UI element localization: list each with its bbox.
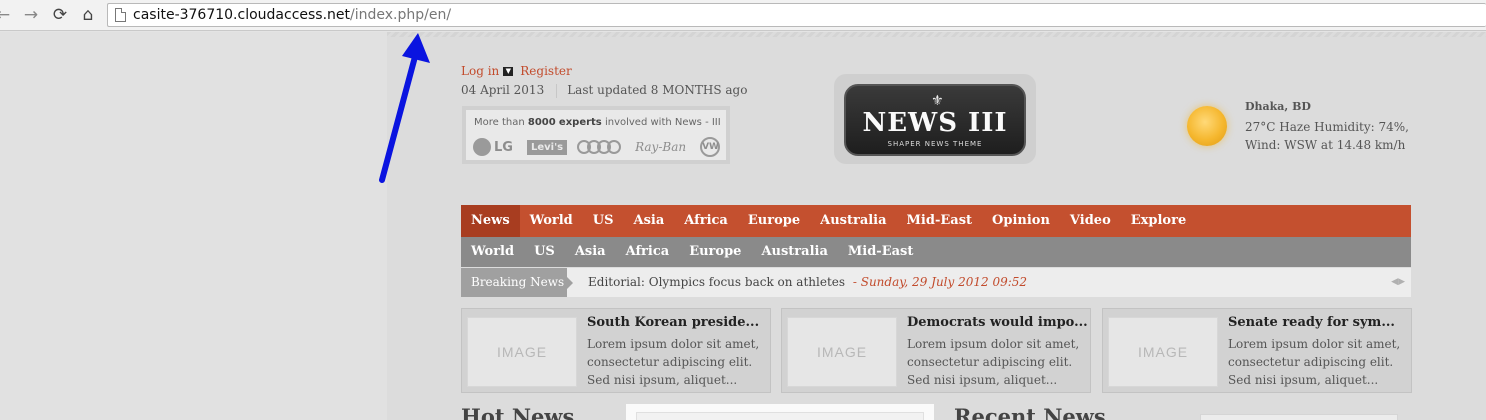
url-host: casite-376710.cloudaccess.net (133, 7, 351, 23)
page-icon (115, 8, 126, 22)
partners-prefix: More than (474, 117, 525, 128)
levis-logo: Levi's (526, 139, 568, 155)
weather-wind: Wind: WSW at 14.48 km/h (1245, 138, 1406, 152)
url-text: casite-376710.cloudaccess.net/index.php/… (133, 7, 451, 23)
subnav-item-africa[interactable]: Africa (616, 237, 680, 267)
page-background-left (0, 32, 387, 420)
nav-item-explore[interactable]: Explore (1121, 205, 1196, 237)
subnav-item-us[interactable]: US (524, 237, 565, 267)
forward-arrow-icon[interactable]: → (20, 4, 42, 26)
breaking-news-item[interactable]: Editorial: Olympics focus back on athlet… (588, 268, 1027, 297)
audi-logo (577, 140, 622, 154)
featured-card[interactable]: IMAGE South Korean preside... Lorem ipsu… (461, 308, 771, 393)
login-link[interactable]: Log in (461, 64, 499, 78)
breaking-headline[interactable]: Editorial: Olympics focus back on athlet… (588, 275, 845, 289)
nav-item-opinion[interactable]: Opinion (982, 205, 1060, 237)
sub-navigation: World US Asia Africa Europe Australia Mid-East (461, 237, 1411, 267)
partners-suffix: involved with News - III (604, 117, 721, 128)
back-arrow-icon[interactable]: ← (0, 4, 14, 26)
register-link[interactable]: Register (520, 64, 571, 78)
breaking-date: - Sunday, 29 July 2012 09:52 (852, 275, 1028, 289)
nav-item-mid-east[interactable]: Mid-East (897, 205, 982, 237)
rayban-logo: Ray-Ban (635, 140, 687, 154)
nav-item-news[interactable]: News (461, 205, 520, 242)
reload-icon[interactable]: ⟳ (49, 4, 71, 26)
breaking-news-label: Breaking News (461, 268, 573, 297)
logo-title: NEWS III (862, 108, 1008, 138)
image-placeholder-label: IMAGE (1137, 344, 1189, 360)
fleur-de-lis-icon: ⚜ (931, 93, 944, 109)
recent-news-panel (1200, 414, 1398, 420)
breaking-nav: ◀▶ (1391, 268, 1405, 297)
subnav-item-world[interactable]: World (461, 237, 524, 267)
partners-experts: experts (558, 117, 602, 128)
current-date: 04 April 2013 (461, 83, 545, 97)
browser-toolbar: ← → ⟳ ⌂ casite-376710.cloudaccess.net/in… (0, 0, 1486, 31)
card-title[interactable]: Democrats would impo... (907, 315, 1088, 330)
hot-news-heading: Hot News (461, 404, 575, 420)
nav-item-us[interactable]: US (583, 205, 624, 237)
weather-conditions: 27°C Haze Humidity: 74%, (1245, 120, 1409, 134)
zigzag-border (387, 32, 1486, 37)
address-bar[interactable]: casite-376710.cloudaccess.net/index.php/… (107, 3, 1486, 27)
card-image[interactable]: IMAGE (467, 317, 577, 387)
featured-card[interactable]: IMAGE Democrats would impo... Lorem ipsu… (781, 308, 1091, 393)
logo-subtitle: SHAPER NEWS THEME (887, 140, 983, 148)
nav-item-europe[interactable]: Europe (738, 205, 810, 237)
card-image[interactable]: IMAGE (787, 317, 897, 387)
partners-text: More than 8000 experts involved with New… (474, 117, 721, 128)
annotation-arrow-icon (379, 33, 430, 183)
image-placeholder-label: IMAGE (816, 344, 868, 360)
url-path: /index.php/en/ (350, 7, 452, 23)
nav-item-australia[interactable]: Australia (810, 205, 896, 237)
partners-count: 8000 (527, 117, 556, 128)
breaking-news-bar: Breaking News Editorial: Olympics focus … (461, 268, 1411, 297)
image-placeholder-label: IMAGE (496, 344, 548, 360)
lg-logo: LG (473, 138, 513, 156)
subnav-item-mid-east[interactable]: Mid-East (838, 237, 923, 267)
next-arrow-icon[interactable]: ▶ (1398, 277, 1405, 287)
partners-banner[interactable]: More than 8000 experts involved with New… (462, 106, 730, 164)
weather-city: Dhaka, BD (1245, 100, 1311, 113)
nav-item-world[interactable]: World (520, 205, 583, 237)
card-excerpt: Lorem ipsum dolor sit amet, consectetur … (1228, 337, 1401, 387)
hot-news-inner (636, 412, 924, 420)
subnav-item-europe[interactable]: Europe (679, 237, 751, 267)
date-row: 04 April 2013 Last updated 8 MONTHS ago (461, 83, 747, 98)
subnav-item-asia[interactable]: Asia (565, 237, 616, 267)
nav-item-africa[interactable]: Africa (674, 205, 738, 237)
partner-logos: LG Levi's Ray-Ban VW (473, 135, 721, 159)
card-image[interactable]: IMAGE (1108, 317, 1218, 387)
sun-icon (1187, 106, 1227, 146)
main-navigation: News World US Asia Africa Europe Australia Mid-… (461, 205, 1411, 242)
last-updated: Last updated 8 MONTHS ago (567, 83, 748, 97)
vw-logo: VW (700, 137, 721, 157)
home-icon[interactable]: ⌂ (77, 4, 99, 26)
card-title[interactable]: Senate ready for sym... (1228, 315, 1395, 330)
divider (556, 83, 558, 98)
nav-item-video[interactable]: Video (1060, 205, 1121, 237)
logo-badge: ⚜ NEWS III SHAPER NEWS THEME (844, 84, 1026, 156)
card-excerpt: Lorem ipsum dolor sit amet, consectetur … (587, 337, 760, 387)
recent-news-heading: Recent News (954, 404, 1106, 420)
login-row: Log in ▼ Register (461, 64, 572, 78)
login-dropdown-icon[interactable]: ▼ (503, 67, 514, 76)
subnav-item-australia[interactable]: Australia (751, 237, 837, 267)
featured-card[interactable]: IMAGE Senate ready for sym... Lorem ipsu… (1102, 308, 1412, 393)
card-title[interactable]: South Korean preside... (587, 315, 759, 330)
site-logo[interactable]: ⚜ NEWS III SHAPER NEWS THEME (830, 68, 1040, 172)
nav-item-asia[interactable]: Asia (624, 205, 675, 237)
card-excerpt: Lorem ipsum dolor sit amet, consectetur … (907, 337, 1080, 387)
